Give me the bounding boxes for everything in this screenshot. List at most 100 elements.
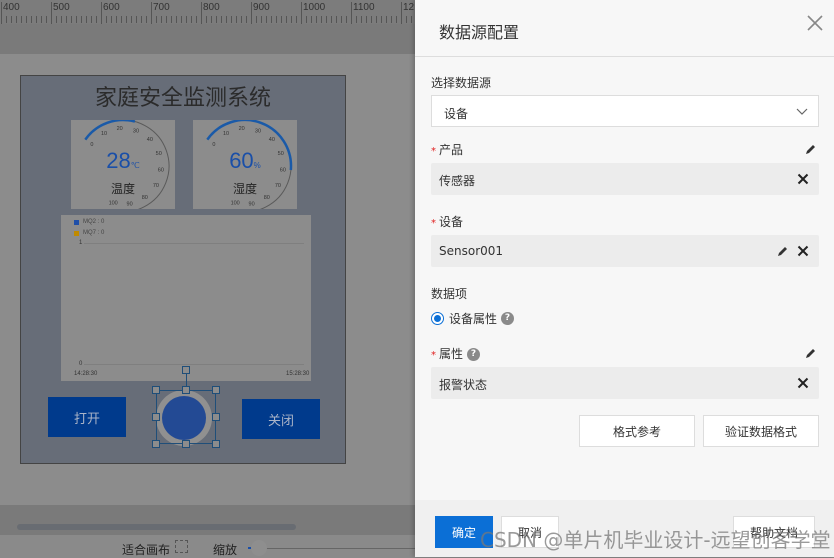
ruler-minor-tick [331,16,332,23]
ruler-minor-tick [171,16,172,23]
ruler-minor-tick [391,16,392,23]
open-button[interactable]: 打开 [48,397,126,437]
ruler-minor-tick [381,16,382,23]
validate-format-button[interactable]: 验证数据格式 [703,415,819,447]
bottom-toolbar: 适合画布 缩放 [0,535,418,558]
resize-handle[interactable] [182,386,190,394]
gauge-scale-label: 30 [255,128,261,134]
ruler-minor-tick [181,16,182,23]
resize-handle[interactable] [152,413,160,421]
device-label: * 设备 [431,213,463,230]
edit-property-icon[interactable] [805,347,817,359]
ruler-minor-tick [196,16,197,23]
help-icon[interactable]: ? [467,348,481,361]
zoom-slider-handle[interactable] [251,540,267,556]
zoom-slider-track[interactable] [248,548,418,549]
product-value: 传感器 [439,174,476,188]
ruler-minor-tick [146,16,147,23]
edit-device-icon[interactable] [777,245,789,257]
data-item-label: 数据项 [431,287,468,301]
ruler-minor-tick [141,16,142,23]
ruler-minor-tick [361,16,362,23]
ruler-major-tick [101,2,102,24]
horizontal-ruler: 400 500 600 700 800 900 1000 1100 12 [0,0,415,24]
fit-canvas-icon[interactable] [175,540,188,553]
resize-handle[interactable] [212,413,220,421]
ruler-minor-tick [241,16,242,23]
source-label: 选择数据源 [431,76,492,90]
ruler-minor-tick [396,16,397,23]
horizontal-scrollbar[interactable] [17,524,296,530]
ruler-minor-tick [6,16,7,23]
close-button[interactable]: 关闭 [242,399,320,439]
gauge-scale-label: 40 [269,137,275,143]
resize-handle[interactable] [182,440,190,448]
resize-handle[interactable] [152,440,160,448]
gauge-scale-label: 90 [127,201,133,207]
humidity-gauge[interactable]: 0 10 20 30 40 50 60 70 80 90 100 60% 湿度 [193,120,297,209]
device-field[interactable]: Sensor001 [431,235,819,267]
ruler-label: 700 [153,2,170,13]
help-icon[interactable]: ? [501,312,515,325]
ruler-minor-tick [11,16,12,23]
canvas-title[interactable]: 家庭安全监测系统 [21,80,345,112]
resize-handle[interactable] [152,386,160,394]
ruler-minor-tick [341,16,342,23]
gridline [84,243,304,244]
legend-swatch [74,219,79,225]
required-mark: * [431,350,436,361]
rotate-handle[interactable] [182,366,190,374]
ruler-minor-tick [221,16,222,23]
edit-product-icon[interactable] [805,143,817,155]
clear-product-icon[interactable] [797,173,809,185]
ruler-minor-tick [356,16,357,23]
product-field[interactable]: 传感器 [431,163,819,195]
ruler-minor-tick [266,16,267,23]
gauge-value: 60% [229,148,261,173]
ruler-minor-tick [291,16,292,23]
product-label-text: 产品 [439,143,464,157]
ruler-label: 12 [403,2,415,13]
ruler-major-tick [1,2,2,24]
fit-canvas-label[interactable]: 适合画布 [122,541,170,558]
gauge-scale-label: 40 [147,137,153,143]
ruler-minor-tick [111,16,112,23]
watermark: CSDN @单片机毕业设计-远望创客学堂 [480,528,831,552]
ruler-minor-tick [76,16,77,23]
resize-handle[interactable] [212,440,220,448]
ruler-minor-tick [61,16,62,23]
property-field[interactable]: 报警状态 [431,367,819,399]
clear-property-icon[interactable] [797,377,809,389]
ruler-minor-tick [206,16,207,23]
clear-device-icon[interactable] [797,245,809,257]
ruler-minor-tick [116,16,117,23]
ruler-label: 1100 [353,2,375,13]
x-tick-label: 14:28:30 [74,371,98,377]
gauge-scale-label: 100 [109,201,118,207]
ruler-minor-tick [346,16,347,23]
ruler-band [0,24,415,54]
ruler-minor-tick [371,16,372,23]
radio-selected[interactable] [431,312,444,325]
temperature-gauge[interactable]: 0 10 20 30 40 50 60 70 80 90 100 28℃ 温度 [71,120,175,209]
legend-mq2: MQ2 : 0 [74,219,104,225]
ruler-minor-tick [191,16,192,23]
radio-label: 设备属性 [449,312,498,326]
ruler-major-tick [301,2,302,24]
ruler-minor-tick [406,16,407,23]
ruler-minor-tick [261,16,262,23]
close-icon[interactable] [806,14,824,32]
format-reference-button[interactable]: 格式参考 [579,415,695,447]
device-property-radio[interactable]: 设备属性 ? [431,310,515,327]
ruler-minor-tick [231,16,232,23]
design-canvas[interactable]: 家庭安全监测系统 0 10 20 30 40 50 60 70 80 90 100 28℃ 温度 0… [20,75,346,464]
device-value: Sensor001 [439,244,504,258]
ruler-major-tick [401,2,402,24]
ruler-minor-tick [131,16,132,23]
source-select[interactable]: 设备 [431,95,819,127]
x-tick-label: 15:28:30 [286,371,310,377]
resize-handle[interactable] [212,386,220,394]
ruler-minor-tick [226,16,227,23]
ruler-label: 600 [103,2,120,13]
gas-chart[interactable]: MQ2 : 0 MQ7 : 0 1 0 14:28:30 15:28:30 [61,215,311,381]
